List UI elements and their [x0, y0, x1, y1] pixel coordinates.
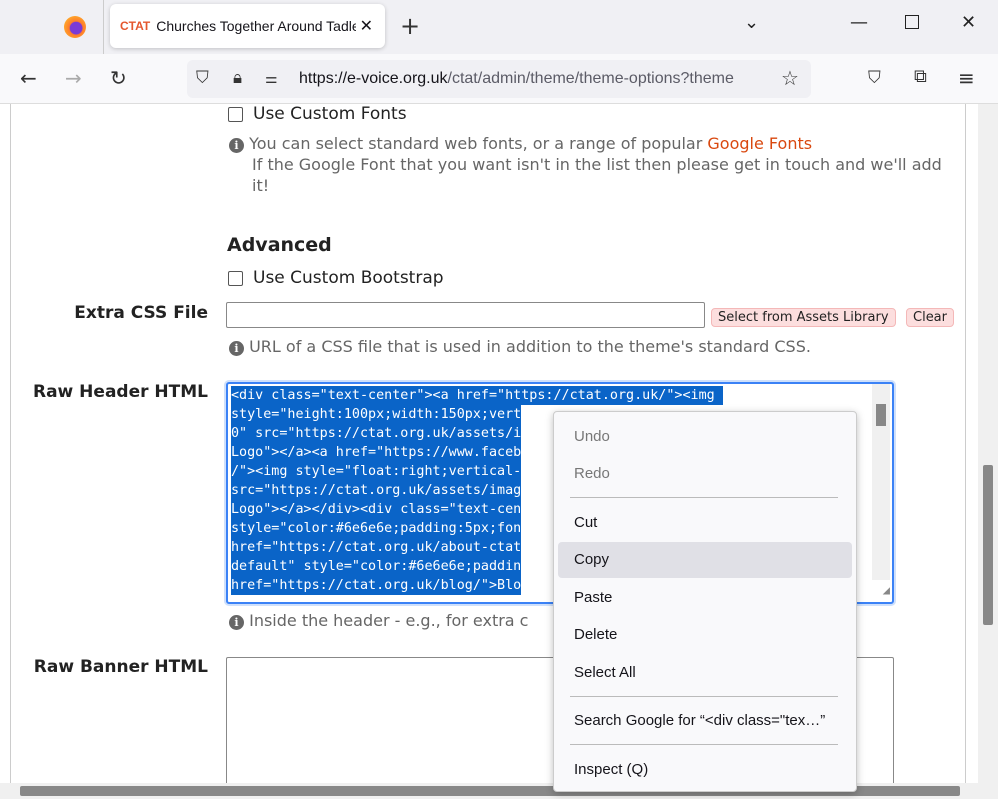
extensions-icon[interactable]: ⧉ — [914, 66, 927, 87]
forward-button[interactable]: → — [65, 66, 82, 90]
menu-item-select-all[interactable]: Select All — [558, 655, 852, 691]
page-scroll-thumb[interactable] — [983, 465, 993, 625]
info-icon: i — [229, 138, 244, 153]
menu-item-inspect[interactable]: Inspect (Q) — [558, 752, 852, 788]
new-tab-button[interactable]: + — [400, 12, 420, 40]
favicon-icon: CTAT — [120, 19, 151, 33]
menu-item-paste[interactable]: Paste — [558, 580, 852, 616]
minimize-button[interactable]: — — [850, 12, 868, 33]
textarea-line: src="https://ctat.org.uk/assets/imag — [231, 481, 522, 500]
menu-separator — [570, 497, 838, 498]
resize-handle-icon[interactable]: ◢ — [883, 581, 890, 600]
permissions-icon[interactable]: ⚌ — [265, 70, 278, 87]
raw-header-help-text: Inside the header - e.g., for extra c — [249, 611, 529, 630]
extra-css-input[interactable] — [226, 302, 705, 328]
custom-bootstrap-checkbox[interactable] — [228, 271, 243, 286]
maximize-button[interactable] — [905, 15, 919, 29]
menu-item-search-google[interactable]: Search Google for “<div class="tex…” — [558, 703, 852, 739]
info-icon: i — [229, 341, 244, 356]
raw-header-label: Raw Header HTML — [33, 382, 208, 402]
textarea-line: style="height:100px;width:150px;vert — [231, 405, 522, 424]
raw-header-help: i Inside the header - e.g., for extra c — [229, 610, 528, 631]
shield-icon[interactable]: ⛉ — [196, 68, 209, 88]
divider — [103, 0, 104, 54]
extra-css-label: Extra CSS File — [74, 303, 208, 323]
menu-separator — [570, 744, 838, 745]
pocket-icon[interactable]: ⛉ — [868, 68, 881, 88]
bookmark-star-icon[interactable]: ☆ — [781, 66, 799, 91]
select-assets-button[interactable]: Select from Assets Library — [711, 308, 896, 327]
fonts-help: i You can select standard web fonts, or … — [229, 133, 959, 196]
textarea-line: <div class="text-center"><a href="https:… — [231, 386, 723, 405]
reload-button[interactable]: ↻ — [110, 66, 127, 90]
list-tabs-chevron-icon[interactable]: ⌄ — [744, 12, 759, 33]
menu-icon[interactable]: ≡ — [958, 66, 975, 90]
context-menu: Undo Redo Cut Copy Paste Delete Select A… — [553, 411, 857, 792]
advanced-heading: Advanced — [227, 234, 332, 256]
textarea-line: href="https://ctat.org.uk/blog/">Blo — [231, 576, 522, 595]
menu-item-cut[interactable]: Cut — [558, 505, 852, 541]
page-scrollbar[interactable] — [978, 104, 998, 783]
url-domain: https://e-voice.org.uk — [299, 70, 448, 87]
close-window-button[interactable]: ✕ — [961, 12, 976, 33]
custom-fonts-checkbox[interactable] — [228, 107, 243, 122]
textarea-line: Logo"></a></div><div class="text-cen — [231, 500, 522, 519]
menu-item-delete[interactable]: Delete — [558, 617, 852, 653]
extra-css-help-text: URL of a CSS file that is used in additi… — [249, 337, 811, 356]
fonts-help-text: You can select standard web fonts, or a … — [249, 134, 708, 153]
info-icon: i — [229, 615, 244, 630]
clear-button[interactable]: Clear — [906, 308, 954, 327]
textarea-line: Logo"></a><a href="https://www.faceb — [231, 443, 522, 462]
lock-icon[interactable]: 🔒︎ — [233, 68, 242, 88]
fonts-help-text-2: If the Google Font that you want isn't i… — [252, 155, 942, 195]
textarea-scroll-thumb[interactable] — [876, 404, 886, 426]
textarea-line: style="color:#6e6e6e;padding:5px;fon — [231, 519, 522, 538]
menu-separator — [570, 696, 838, 697]
raw-banner-label: Raw Banner HTML — [33, 657, 208, 677]
menu-item-undo[interactable]: Undo — [558, 419, 852, 455]
browser-tab[interactable]: CTAT Churches Together Around Tadley ✕ — [110, 4, 385, 48]
menu-item-copy[interactable]: Copy — [558, 542, 852, 578]
textarea-line: /"><img style="float:right;vertical- — [231, 462, 522, 481]
extra-css-help: i URL of a CSS file that is used in addi… — [229, 336, 811, 357]
custom-fonts-label: Use Custom Fonts — [253, 104, 407, 124]
url-path: /ctat/admin/theme/theme-options?theme — [447, 70, 734, 87]
textarea-line: default" style="color:#6e6e6e;paddin — [231, 557, 522, 576]
tab-bar: CTAT Churches Together Around Tadley ✕ +… — [0, 0, 998, 54]
close-tab-icon[interactable]: ✕ — [360, 16, 373, 36]
tab-title: Churches Together Around Tadley — [156, 18, 357, 34]
back-button[interactable]: ← — [20, 66, 37, 90]
textarea-line: 0" src="https://ctat.org.uk/assets/i — [231, 424, 522, 443]
google-fonts-link[interactable]: Google Fonts — [707, 134, 812, 153]
menu-item-redo[interactable]: Redo — [558, 456, 852, 492]
textarea-line: href="https://ctat.org.uk/about-ctat — [231, 538, 522, 557]
custom-bootstrap-label: Use Custom Bootstrap — [253, 268, 444, 288]
firefox-icon[interactable] — [64, 16, 86, 38]
url-bar[interactable]: ⛉ 🔒︎ ⚌ https://e-voice.org.uk/ctat/admin… — [187, 60, 811, 98]
navigation-toolbar: ← → ↻ ⛉ 🔒︎ ⚌ https://e-voice.org.uk/ctat… — [0, 54, 998, 104]
